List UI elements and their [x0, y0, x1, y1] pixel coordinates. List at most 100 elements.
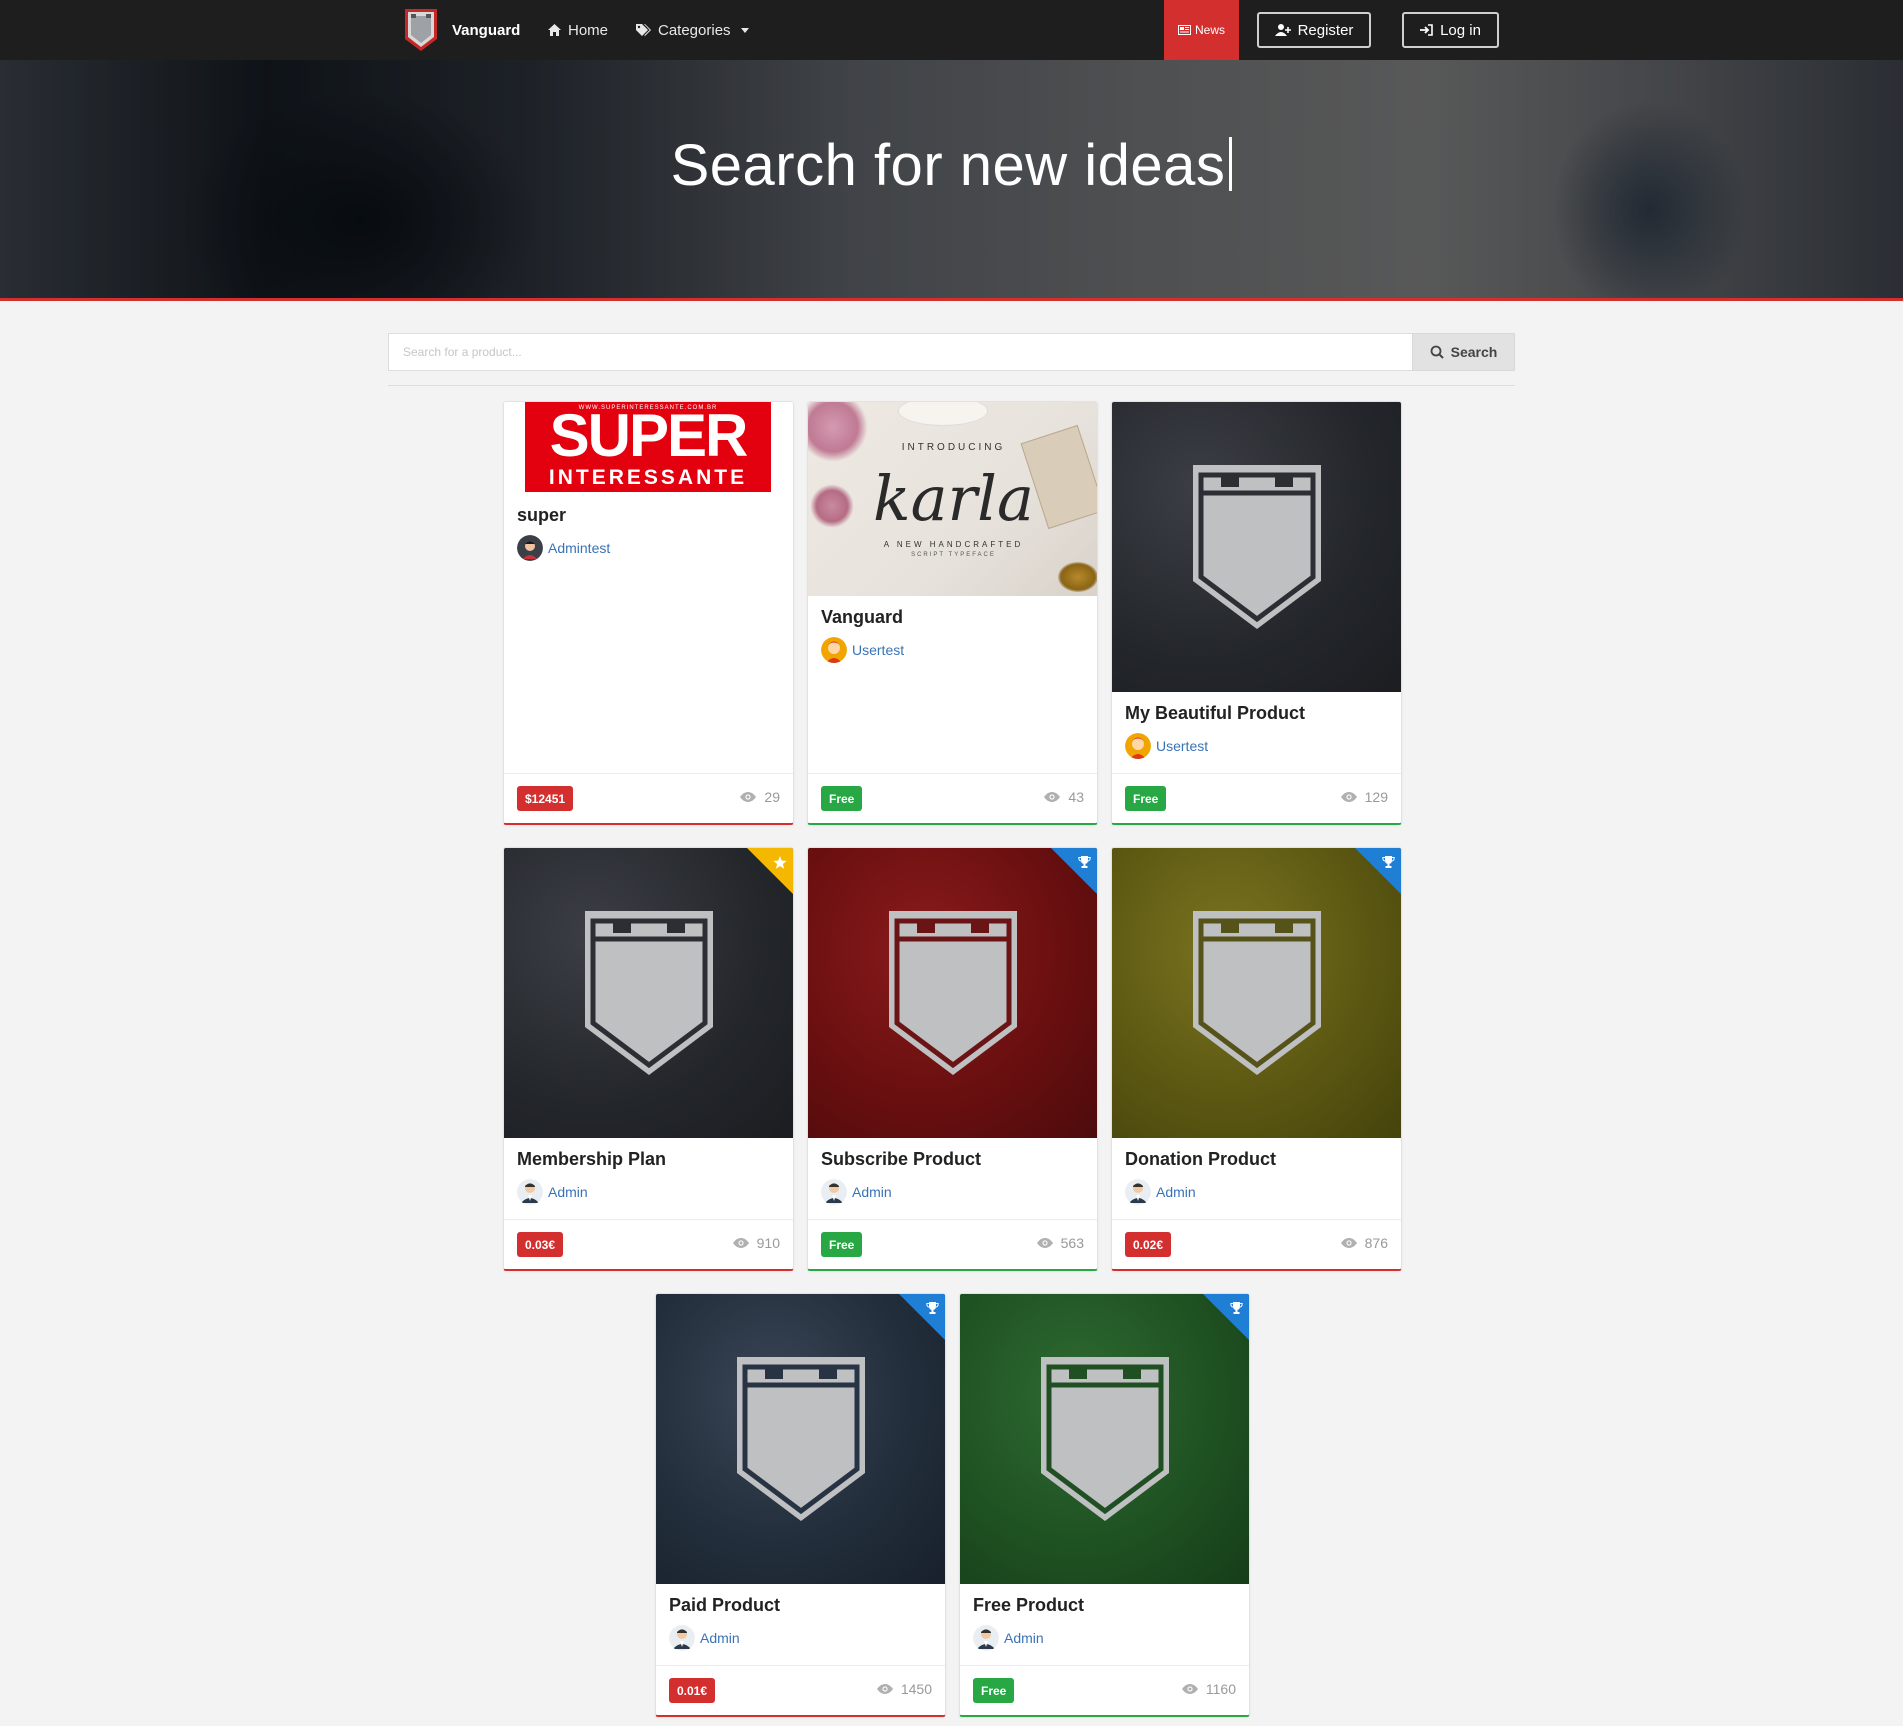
- product-title[interactable]: Subscribe Product: [821, 1149, 981, 1170]
- brand-name: Vanguard: [452, 21, 521, 39]
- trophy-icon: [1230, 1302, 1243, 1314]
- product-image-karla[interactable]: INTRODUCING karla A NEW HANDCRAFTED SCRI…: [808, 402, 1097, 596]
- saucer-decoration: [898, 402, 988, 426]
- product-title[interactable]: Paid Product: [669, 1595, 780, 1616]
- product-author[interactable]: Admin: [973, 1625, 1044, 1651]
- avatar: [973, 1625, 999, 1651]
- product-author[interactable]: Admin: [821, 1179, 892, 1205]
- typing-cursor: [1229, 137, 1233, 191]
- nav-categories-label: Categories: [658, 21, 731, 39]
- eye-icon: [733, 1238, 749, 1248]
- nav-news-link[interactable]: News: [1164, 0, 1239, 60]
- shield-logo-icon: [1187, 459, 1327, 634]
- card-footer: Free 563: [808, 1219, 1097, 1269]
- product-image-super-logo[interactable]: WWW.SUPERINTERESSANTE.COM.BR SUPER INTER…: [504, 402, 793, 494]
- avatar: [1125, 733, 1151, 759]
- card-footer: 0.02€ 876: [1112, 1219, 1401, 1269]
- premium-ribbon: [899, 1294, 945, 1340]
- eye-icon: [1341, 792, 1357, 802]
- top-navbar: Vanguard Home Categories News Register L…: [0, 0, 1903, 60]
- product-title[interactable]: super: [517, 505, 566, 526]
- view-count: 1450: [877, 1681, 932, 1697]
- product-title[interactable]: Vanguard: [821, 607, 903, 628]
- register-label: Register: [1297, 21, 1354, 39]
- login-button[interactable]: Log in: [1402, 12, 1499, 48]
- author-name: Admin: [548, 1184, 588, 1200]
- product-image-placeholder[interactable]: [1112, 402, 1401, 692]
- product-title[interactable]: Donation Product: [1125, 1149, 1276, 1170]
- home-icon: [548, 24, 561, 36]
- avatar: [821, 1179, 847, 1205]
- author-name: Admin: [700, 1630, 740, 1646]
- view-count: 563: [1037, 1235, 1084, 1251]
- product-card[interactable]: Subscribe Product Admin Free 563: [807, 847, 1098, 1271]
- author-name: Admin: [1004, 1630, 1044, 1646]
- product-author[interactable]: Admin: [1125, 1179, 1196, 1205]
- product-author[interactable]: Admin: [517, 1179, 588, 1205]
- view-count-value: 1160: [1205, 1681, 1236, 1697]
- view-count-value: 29: [764, 789, 780, 805]
- product-author[interactable]: Admin: [669, 1625, 740, 1651]
- hero-banner: Search for new ideas: [0, 60, 1903, 299]
- price-badge: Free: [973, 1678, 1015, 1703]
- flower-decoration: [808, 402, 868, 462]
- eye-icon: [1037, 1238, 1053, 1248]
- view-count: 1160: [1182, 1681, 1236, 1697]
- view-count-value: 43: [1068, 789, 1084, 805]
- view-count-value: 910: [756, 1235, 780, 1251]
- tags-icon: [636, 24, 651, 36]
- card-footer: $12451 29: [504, 773, 793, 823]
- eye-icon: [877, 1684, 893, 1694]
- super-interessante-logo: WWW.SUPERINTERESSANTE.COM.BR SUPER INTER…: [525, 402, 771, 492]
- price-badge: 0.01€: [669, 1678, 716, 1703]
- avatar: [517, 535, 543, 561]
- register-button[interactable]: Register: [1257, 12, 1371, 48]
- card-footer: Free 1160: [960, 1665, 1249, 1715]
- login-label: Log in: [1440, 21, 1481, 39]
- featured-ribbon: [747, 848, 793, 894]
- avatar: [821, 637, 847, 663]
- view-count-value: 1450: [900, 1681, 932, 1697]
- author-name: Usertest: [852, 642, 905, 658]
- star-icon: [773, 856, 787, 869]
- price-badge: 0.02€: [1125, 1232, 1172, 1257]
- shield-logo-icon: [579, 905, 719, 1080]
- product-card[interactable]: WWW.SUPERINTERESSANTE.COM.BR SUPER INTER…: [503, 401, 794, 825]
- navbar-inner: Vanguard Home Categories News Register L…: [388, 0, 1515, 60]
- brand-link[interactable]: Vanguard: [404, 7, 520, 53]
- view-count: 129: [1341, 789, 1388, 805]
- product-card[interactable]: Membership Plan Admin 0.03€ 910: [503, 847, 794, 1271]
- product-card[interactable]: Donation Product Admin 0.02€ 876: [1111, 847, 1402, 1271]
- product-author[interactable]: Usertest: [821, 637, 904, 663]
- search-button[interactable]: Search: [1412, 333, 1515, 371]
- karla-tagline: A NEW HANDCRAFTED: [883, 540, 1024, 549]
- product-card[interactable]: Free Product Admin Free 1160: [959, 1293, 1250, 1717]
- product-card[interactable]: Paid Product Admin 0.01€ 1450: [655, 1293, 946, 1717]
- product-title[interactable]: Free Product: [973, 1595, 1084, 1616]
- author-name: Admin: [852, 1184, 892, 1200]
- product-author[interactable]: Admintest: [517, 535, 610, 561]
- view-count: 29: [740, 789, 780, 805]
- nav-home-link[interactable]: Home: [548, 0, 608, 60]
- hero-title: Search for new ideas: [0, 132, 1903, 199]
- product-card[interactable]: My Beautiful Product Usertest Free 129: [1111, 401, 1402, 825]
- eye-icon: [740, 792, 756, 802]
- product-title[interactable]: My Beautiful Product: [1125, 703, 1305, 724]
- card-footer: Free 43: [808, 773, 1097, 823]
- shield-logo-icon: [731, 1351, 871, 1526]
- view-count: 876: [1341, 1235, 1388, 1251]
- nav-news-label: News: [1194, 23, 1225, 37]
- view-count-value: 129: [1364, 789, 1388, 805]
- karla-subtagline: SCRIPT TYPEFACE: [911, 552, 996, 558]
- product-title[interactable]: Membership Plan: [517, 1149, 666, 1170]
- newspaper-icon: [1177, 25, 1191, 35]
- author-name: Usertest: [1156, 738, 1209, 754]
- product-card[interactable]: INTRODUCING karla A NEW HANDCRAFTED SCRI…: [807, 401, 1098, 825]
- logo-interessante-word: INTERESSANTE: [548, 466, 748, 489]
- price-badge: $12451: [517, 786, 574, 811]
- product-author[interactable]: Usertest: [1125, 733, 1208, 759]
- karla-word: karla: [873, 462, 1034, 535]
- product-search-input[interactable]: [388, 333, 1412, 371]
- nav-categories-dropdown[interactable]: Categories: [636, 0, 749, 60]
- premium-ribbon: [1203, 1294, 1249, 1340]
